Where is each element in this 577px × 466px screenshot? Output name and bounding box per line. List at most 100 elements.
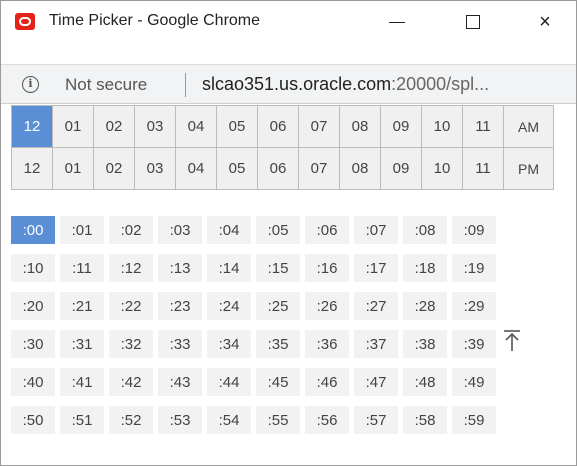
minute-cell[interactable]: :28 [403,292,447,320]
minute-cell[interactable]: :10 [11,254,55,282]
minute-cell[interactable]: :47 [354,368,398,396]
minute-cell[interactable]: :11 [60,254,104,282]
minute-cell[interactable]: :13 [158,254,202,282]
minute-cell[interactable]: :15 [256,254,300,282]
minute-cell[interactable]: :04 [207,216,251,244]
hour-cell-11-am[interactable]: 11 [462,105,504,148]
minute-cell[interactable]: :46 [305,368,349,396]
minute-cell[interactable]: :27 [354,292,398,320]
hour-cell-07-pm[interactable]: 07 [298,147,340,190]
minute-cell[interactable]: :25 [256,292,300,320]
minute-cell[interactable]: :55 [256,406,300,434]
minute-cell[interactable]: :35 [256,330,300,358]
minute-cell[interactable]: :26 [305,292,349,320]
minute-cell[interactable]: :07 [354,216,398,244]
hour-cell-08-am[interactable]: 08 [339,105,381,148]
url-text[interactable]: slcao351.us.oracle.com:20000/spl... [202,74,489,95]
minute-grid: :00:01:02:03:04:05:06:07:08:09 :10:11:12:… [11,211,501,439]
minute-cell[interactable]: :14 [207,254,251,282]
minute-cell[interactable]: :31 [60,330,104,358]
hour-cell-03-am[interactable]: 03 [134,105,176,148]
browser-window: Time Picker - Google Chrome × i Not secu… [0,0,577,466]
hour-cell-07-am[interactable]: 07 [298,105,340,148]
hour-cell-11-pm[interactable]: 11 [462,147,504,190]
minute-cell[interactable]: :41 [60,368,104,396]
hour-cell-04-am[interactable]: 04 [175,105,217,148]
minute-cell[interactable]: :49 [452,368,496,396]
window-title: Time Picker - Google Chrome [49,12,261,29]
minute-cell[interactable]: :06 [305,216,349,244]
minute-cell[interactable]: :54 [207,406,251,434]
maximize-button[interactable] [444,1,502,43]
close-button[interactable]: × [516,1,574,43]
minute-cell[interactable]: :09 [452,216,496,244]
minute-cell[interactable]: :00 [11,216,55,244]
scroll-to-top-icon[interactable] [501,329,523,353]
minute-cell[interactable]: :40 [11,368,55,396]
minute-cell[interactable]: :08 [403,216,447,244]
minute-cell[interactable]: :50 [11,406,55,434]
am-button[interactable]: AM [503,105,554,148]
minute-cell[interactable]: :45 [256,368,300,396]
hour-cell-10-am[interactable]: 10 [421,105,463,148]
hour-cell-08-pm[interactable]: 08 [339,147,381,190]
minute-cell[interactable]: :36 [305,330,349,358]
minute-cell[interactable]: :37 [354,330,398,358]
minute-cell[interactable]: :44 [207,368,251,396]
minute-cell[interactable]: :38 [403,330,447,358]
minute-cell[interactable]: :42 [109,368,153,396]
minute-cell[interactable]: :30 [11,330,55,358]
security-label[interactable]: Not secure [65,75,147,95]
hour-cell-12-am[interactable]: 12 [11,105,53,148]
minute-cell[interactable]: :56 [305,406,349,434]
minute-cell[interactable]: :39 [452,330,496,358]
hour-cell-01-am[interactable]: 01 [52,105,94,148]
minute-cell[interactable]: :43 [158,368,202,396]
minute-cell[interactable]: :52 [109,406,153,434]
url-path: :20000/spl... [391,74,490,94]
minute-cell[interactable]: :29 [452,292,496,320]
pm-button[interactable]: PM [503,147,554,190]
minute-cell[interactable]: :57 [354,406,398,434]
minute-cell[interactable]: :18 [403,254,447,282]
minute-cell[interactable]: :32 [109,330,153,358]
minute-cell[interactable]: :21 [60,292,104,320]
minute-cell[interactable]: :03 [158,216,202,244]
hour-cell-01-pm[interactable]: 01 [52,147,94,190]
hour-cell-06-am[interactable]: 06 [257,105,299,148]
hour-cell-05-pm[interactable]: 05 [216,147,258,190]
hour-cell-06-pm[interactable]: 06 [257,147,299,190]
minute-cell[interactable]: :20 [11,292,55,320]
minute-cell[interactable]: :17 [354,254,398,282]
url-host: slcao351.us.oracle.com [202,74,392,94]
minute-cell[interactable]: :24 [207,292,251,320]
hour-cell-04-pm[interactable]: 04 [175,147,217,190]
hour-cell-09-am[interactable]: 09 [380,105,422,148]
minute-cell[interactable]: :05 [256,216,300,244]
minute-cell[interactable]: :12 [109,254,153,282]
minute-cell[interactable]: :48 [403,368,447,396]
hour-cell-12-pm[interactable]: 12 [11,147,53,190]
address-bar: i Not secure slcao351.us.oracle.com:2000… [1,64,576,104]
minute-cell[interactable]: :51 [60,406,104,434]
hour-cell-02-pm[interactable]: 02 [93,147,135,190]
hour-row-pm: 12 01 02 03 04 05 06 07 08 09 10 11 PM [11,147,554,190]
hour-cell-09-pm[interactable]: 09 [380,147,422,190]
hour-cell-05-am[interactable]: 05 [216,105,258,148]
hour-cell-10-pm[interactable]: 10 [421,147,463,190]
hour-cell-03-pm[interactable]: 03 [134,147,176,190]
hour-cell-02-am[interactable]: 02 [93,105,135,148]
minute-cell[interactable]: :02 [109,216,153,244]
minute-cell[interactable]: :58 [403,406,447,434]
minute-cell[interactable]: :16 [305,254,349,282]
minute-cell[interactable]: :23 [158,292,202,320]
minute-cell[interactable]: :59 [452,406,496,434]
minute-cell[interactable]: :53 [158,406,202,434]
minute-cell[interactable]: :01 [60,216,104,244]
minimize-button[interactable] [368,1,426,43]
minute-cell[interactable]: :19 [452,254,496,282]
minute-cell[interactable]: :34 [207,330,251,358]
minute-cell[interactable]: :33 [158,330,202,358]
info-icon[interactable]: i [22,76,39,93]
minute-cell[interactable]: :22 [109,292,153,320]
